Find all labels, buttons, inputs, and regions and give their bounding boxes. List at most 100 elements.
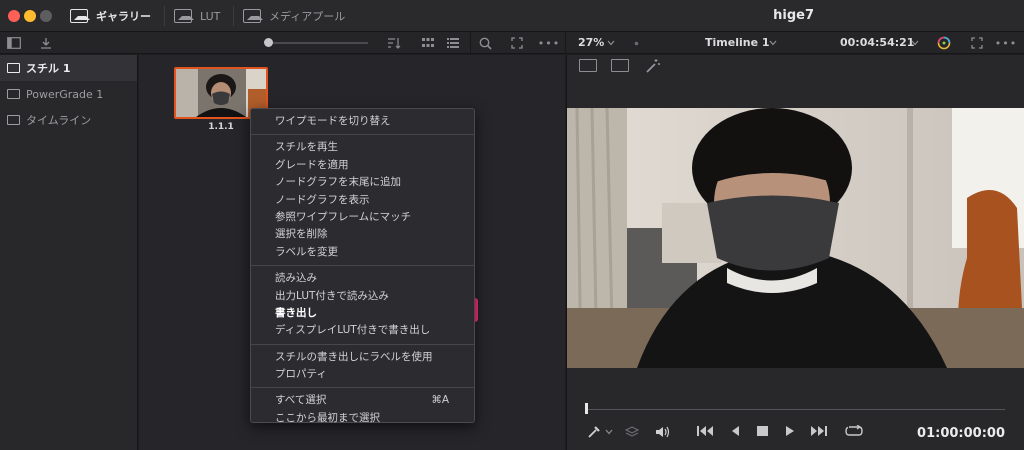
grid-view-icon[interactable] [420, 35, 436, 51]
menu-shortcut: ⌘A [431, 394, 449, 407]
tab-gallery-label: ギャラリー [96, 10, 151, 23]
media-pool-icon [243, 9, 263, 23]
menu-item[interactable]: 書き出し [251, 305, 474, 322]
minimize-window-button[interactable] [24, 10, 36, 22]
chevron-down-icon[interactable] [765, 35, 781, 51]
menu-item-label: ノードグラフを表示 [275, 193, 370, 206]
viewer-zoom[interactable]: 27% [578, 32, 604, 54]
timeline-scrubber[interactable] [587, 409, 1005, 410]
layers-icon[interactable] [624, 425, 640, 443]
menu-item-label: スチルの書き出しにラベルを使用 [275, 350, 433, 363]
menu-item[interactable]: スチルを再生 [251, 139, 474, 156]
download-icon[interactable] [38, 35, 54, 51]
source-timecode: 00:04:54:21 [840, 36, 915, 49]
menu-item[interactable]: プロパティ [251, 366, 474, 383]
chevron-down-icon[interactable] [907, 35, 923, 51]
thumbnail-size-slider[interactable] [272, 42, 368, 44]
menu-item-label: 読み込み [275, 272, 317, 285]
step-back-icon[interactable] [730, 425, 740, 441]
viewer-tools [567, 55, 1024, 77]
menu-item[interactable]: 読み込み [251, 270, 474, 287]
record-timecode: 01:00:00:00 [917, 426, 1005, 441]
play-icon[interactable] [785, 425, 795, 441]
sort-icon[interactable] [386, 35, 402, 51]
tab-lut-label: LUT [200, 9, 221, 23]
menu-item[interactable]: スチルの書き出しにラベルを使用 [251, 349, 474, 366]
zoom-window-button[interactable] [40, 10, 52, 22]
loop-icon[interactable] [845, 424, 863, 441]
viewer-frame[interactable] [567, 108, 1024, 368]
menu-item[interactable]: ワイプモードを切り替え [251, 113, 474, 130]
tab-lut[interactable]: LUT [174, 0, 220, 32]
viewer-more-options-icon[interactable]: ••• [995, 35, 1016, 51]
menu-item-label: すべて選択 [275, 394, 327, 407]
album-list: スチル 1 PowerGrade 1 タイムライン [0, 55, 138, 450]
color-wheel-icon[interactable] [936, 35, 952, 51]
menu-item-label: ここから最初まで選択 [275, 411, 380, 424]
album-item-stills-1[interactable]: スチル 1 [0, 55, 137, 81]
menu-separator [251, 134, 474, 136]
dot-indicator-icon [628, 35, 644, 51]
close-window-button[interactable] [8, 10, 20, 22]
tab-media-pool-label: メディアプール [269, 10, 346, 23]
menu-item[interactable]: 参照ワイプフレームにマッチ [251, 209, 474, 226]
chevron-down-icon[interactable] [603, 35, 619, 51]
context-menu: ワイプモードを切り替え スチルを再生 グレードを適用ノードグラフを末尾に追加 ノードグ… [250, 108, 475, 424]
magic-wand-icon[interactable] [645, 58, 661, 77]
search-icon[interactable] [477, 35, 493, 51]
project-title: hige7 [773, 8, 814, 23]
eyedropper-icon[interactable] [587, 425, 601, 443]
skip-to-end-icon[interactable] [811, 425, 827, 441]
toolbar: ••• 27% Timeline 1 00:04:54:21 ••• [0, 32, 1024, 54]
menu-item-label: 参照ワイプフレームにマッチ [275, 210, 412, 223]
speaker-icon[interactable] [655, 425, 671, 443]
more-options-icon[interactable]: ••• [538, 35, 559, 51]
menu-item[interactable]: すべて選択 ⌘A [251, 392, 474, 409]
skip-to-start-icon[interactable] [697, 425, 713, 441]
menu-item-label: 書き出し [275, 306, 317, 319]
menu-item[interactable]: グレードを適用 [251, 157, 474, 174]
viewer-fullscreen-icon[interactable] [969, 35, 985, 51]
list-view-icon[interactable] [445, 35, 461, 51]
menu-item[interactable]: ノードグラフを表示 [251, 192, 474, 209]
chevron-down-icon[interactable] [605, 428, 613, 438]
album-label: スチル 1 [26, 62, 71, 75]
menu-item-label: プロパティ [275, 368, 327, 381]
stop-icon[interactable] [757, 425, 768, 441]
menu-item[interactable]: ラベルを変更 [251, 244, 474, 261]
menu-item[interactable]: ディスプレイLUT付きで書き出し [251, 322, 474, 339]
split-screen-icon[interactable] [579, 59, 597, 72]
menu-item-label: ワイプモードを切り替え [275, 115, 391, 127]
album-item-powergrade-1[interactable]: PowerGrade 1 [0, 81, 137, 107]
album-item-timeline[interactable]: タイムライン [0, 107, 137, 133]
viewer-panel: 01:00:00:00 [566, 55, 1024, 450]
slider-knob[interactable] [264, 38, 273, 47]
menu-item[interactable]: 選択を削除 [251, 226, 474, 243]
menu-item-label: ラベルを変更 [275, 245, 338, 258]
menu-item-label: スチルを再生 [275, 141, 338, 154]
menu-item-label: 出力LUT付きで読み込み [275, 289, 389, 302]
lut-icon [174, 9, 194, 23]
album-icon [7, 63, 20, 73]
powergrade-icon [7, 89, 20, 99]
menu-separator [251, 387, 474, 389]
tab-gallery[interactable]: ギャラリー [70, 0, 151, 32]
menu-item-label: 選択を削除 [275, 228, 328, 241]
sidebar-toggle-icon[interactable] [6, 35, 22, 51]
menu-item[interactable]: ノードグラフを末尾に追加 [251, 174, 474, 191]
gallery-icon [70, 9, 90, 23]
album-label: タイムライン [26, 114, 92, 127]
tab-media-pool[interactable]: メディアプール [243, 0, 345, 32]
menu-separator [251, 343, 474, 345]
timeline-selector[interactable]: Timeline 1 [705, 32, 770, 54]
playhead[interactable] [585, 403, 588, 414]
menu-separator [251, 265, 474, 267]
menu-item[interactable]: ここから最初まで選択 [251, 410, 474, 427]
timeline-icon [7, 115, 20, 125]
menu-item-label: ノードグラフを末尾に追加 [275, 176, 401, 189]
menu-item[interactable]: 出力LUT付きで読み込み [251, 288, 474, 305]
transport-controls: 01:00:00:00 [567, 421, 1024, 450]
fullscreen-icon[interactable] [509, 35, 525, 51]
menu-item-label: グレードを適用 [275, 158, 349, 171]
grid-compare-icon[interactable] [611, 59, 629, 72]
